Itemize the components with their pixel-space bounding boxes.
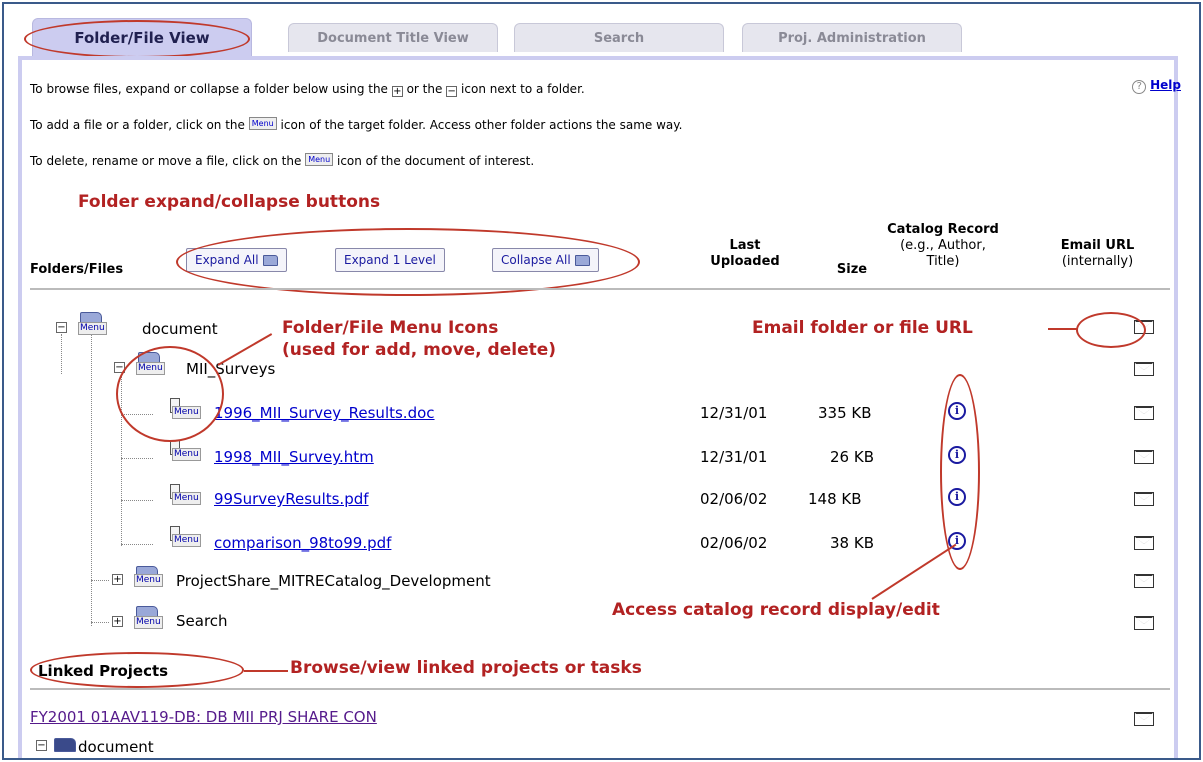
column-header-text: Catalog Record	[887, 222, 999, 237]
email-icon[interactable]	[1134, 362, 1154, 376]
tree-folder-search: Search	[176, 612, 228, 630]
annotation-menu-icons-2: (used for add, move, delete)	[282, 340, 557, 360]
annotation-linked: Browse/view linked projects or tasks	[290, 658, 642, 678]
file-date: 02/06/02	[700, 534, 768, 552]
annotation-oval-email	[1076, 312, 1146, 348]
help-link[interactable]: Help	[1150, 78, 1181, 92]
instruction-line-1: To browse files, expand or collapse a fo…	[30, 82, 585, 97]
annotation-oval-linked	[30, 652, 244, 688]
collapse-icon[interactable]: −	[56, 322, 67, 333]
tree-connector	[91, 622, 109, 623]
tab-proj-administration[interactable]: Proj. Administration	[742, 23, 962, 52]
file-date: 12/31/01	[700, 404, 768, 422]
file-size: 148 KB	[808, 490, 862, 508]
file-menu-icon: Menu	[305, 153, 334, 166]
annotation-oval-buttons	[176, 228, 640, 296]
column-header-email-url: Email URL (internally)	[1030, 238, 1165, 270]
annotation-oval-tab	[24, 20, 250, 58]
tree-connector	[121, 544, 153, 545]
annotation-email-url: Email folder or file URL	[752, 318, 973, 338]
help-icon: ?	[1132, 80, 1147, 94]
file-link[interactable]: comparison_98to99.pdf	[214, 534, 391, 552]
annotation-arrow	[244, 670, 288, 672]
column-header-text: (internally)	[1061, 254, 1134, 269]
file-menu-icon[interactable]: Menu	[172, 492, 201, 505]
column-header-text: (e.g., Author,	[900, 238, 986, 253]
file-link[interactable]: 1998_MII_Survey.htm	[214, 448, 374, 466]
folder-menu-icon[interactable]: Menu	[134, 616, 163, 629]
column-header-size: Size	[836, 262, 868, 277]
annotation-arrow	[1048, 328, 1078, 330]
file-size: 26 KB	[830, 448, 874, 466]
linked-folder-document: document	[78, 738, 154, 756]
expand-icon[interactable]: +	[112, 616, 123, 627]
instruction-text: icon of the target folder. Access other …	[280, 118, 683, 132]
tree-connector	[91, 580, 109, 581]
header-divider	[30, 288, 1170, 290]
tree-connector	[91, 334, 92, 626]
instruction-text: or the	[406, 82, 443, 96]
expand-icon[interactable]: +	[112, 574, 123, 585]
tree-folder-document: document	[142, 320, 218, 338]
linked-divider	[30, 688, 1170, 690]
linked-project-link[interactable]: FY2001 01AAV119-DB: DB MII PRJ SHARE CON	[30, 708, 377, 726]
email-icon[interactable]	[1134, 712, 1154, 726]
folder-menu-icon: Menu	[248, 117, 277, 130]
instruction-text: To delete, rename or move a file, click …	[30, 154, 302, 168]
file-link[interactable]: 1996_MII_Survey_Results.doc	[214, 404, 435, 422]
column-header-text: Title)	[926, 254, 960, 269]
instruction-text: To add a file or a folder, click on the	[30, 118, 245, 132]
folder-menu-icon[interactable]: Menu	[134, 574, 163, 587]
annotation-oval-catalog	[940, 374, 980, 570]
column-header-catalog-record: Catalog Record (e.g., Author, Title)	[878, 222, 1008, 270]
tree-connector	[61, 334, 62, 374]
tree-connector	[121, 458, 153, 459]
file-size: 38 KB	[830, 534, 874, 552]
instruction-text: icon of the document of interest.	[336, 154, 535, 168]
instruction-text: To browse files, expand or collapse a fo…	[30, 82, 388, 96]
column-header-text: Email URL	[1060, 238, 1135, 253]
email-icon[interactable]	[1134, 574, 1154, 588]
email-icon[interactable]	[1134, 616, 1154, 630]
file-menu-icon[interactable]: Menu	[172, 448, 201, 461]
tab-document-title-view[interactable]: Document Title View	[288, 23, 498, 52]
annotation-oval-menu-icons	[116, 346, 224, 442]
folder-icon	[54, 738, 76, 752]
tree-connector	[121, 500, 153, 501]
email-icon[interactable]	[1134, 406, 1154, 420]
column-header-folders-files: Folders/Files	[30, 262, 124, 277]
column-header-text: Last	[729, 238, 761, 253]
instruction-line-3: To delete, rename or move a file, click …	[30, 153, 535, 168]
email-icon[interactable]	[1134, 450, 1154, 464]
annotation-expand-collapse: Folder expand/collapse buttons	[78, 192, 381, 212]
email-icon[interactable]	[1134, 536, 1154, 550]
help-link-container: ? Help	[1132, 78, 1181, 94]
instruction-text: icon next to a folder.	[461, 82, 585, 96]
collapse-icon[interactable]: −	[36, 740, 47, 751]
annotation-catalog: Access catalog record display/edit	[612, 600, 940, 620]
file-menu-icon[interactable]: Menu	[172, 534, 201, 547]
folder-menu-icon[interactable]: Menu	[78, 322, 107, 335]
tab-search[interactable]: Search	[514, 23, 724, 52]
file-size: 335 KB	[818, 404, 872, 422]
file-date: 12/31/01	[700, 448, 768, 466]
file-date: 02/06/02	[700, 490, 768, 508]
minus-icon: −	[446, 86, 458, 97]
column-header-last-uploaded: Last Uploaded	[690, 238, 800, 270]
plus-icon: +	[391, 86, 403, 97]
column-header-text: Uploaded	[710, 254, 780, 269]
file-link[interactable]: 99SurveyResults.pdf	[214, 490, 369, 508]
annotation-menu-icons-1: Folder/File Menu Icons	[282, 318, 499, 338]
tree-folder-projectshare: ProjectShare_MITRECatalog_Development	[176, 572, 491, 590]
email-icon[interactable]	[1134, 492, 1154, 506]
instruction-line-2: To add a file or a folder, click on the …	[30, 117, 683, 132]
